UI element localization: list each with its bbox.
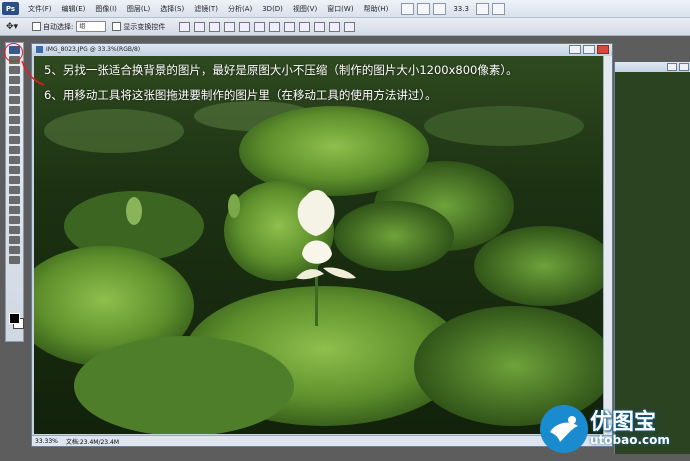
auto-select-checkbox[interactable] bbox=[32, 22, 41, 31]
maximize-icon[interactable] bbox=[679, 63, 689, 71]
menu-help[interactable]: 帮助(H) bbox=[359, 4, 394, 14]
document-title: IMG_8023.JPG @ 33.3%(RGB/8) bbox=[46, 46, 141, 53]
launch-bridge-icon[interactable] bbox=[401, 2, 415, 15]
distribute-middle-icon[interactable] bbox=[284, 21, 296, 32]
distribute-left-icon[interactable] bbox=[314, 21, 326, 32]
lasso-tool-icon[interactable] bbox=[9, 66, 20, 74]
align-top-icon[interactable] bbox=[179, 21, 191, 32]
instruction-step-6: 6、用移动工具将这张图拖进要制作的图片里（在移动工具的使用方法讲过）。 bbox=[44, 88, 437, 102]
watermark-url: utobao.com bbox=[590, 433, 670, 447]
zoom-level[interactable]: 33.3 bbox=[453, 5, 469, 13]
watermark-name: 优图宝 bbox=[590, 410, 657, 435]
history-brush-tool-icon[interactable] bbox=[9, 136, 20, 144]
quick-select-tool-icon[interactable] bbox=[9, 76, 20, 84]
align-bottom-icon[interactable] bbox=[209, 21, 221, 32]
menu-layer[interactable]: 图层(L) bbox=[122, 4, 155, 14]
menu-filter[interactable]: 滤镜(T) bbox=[189, 4, 223, 14]
lotus-photo bbox=[34, 56, 604, 434]
image-canvas[interactable] bbox=[34, 56, 604, 434]
align-middle-icon[interactable] bbox=[194, 21, 206, 32]
photoshop-logo: Ps bbox=[2, 2, 19, 15]
shape-tool-icon[interactable] bbox=[9, 216, 20, 224]
close-icon[interactable] bbox=[597, 45, 609, 54]
crop-tool-icon[interactable] bbox=[9, 86, 20, 94]
3d-orbit-tool-icon[interactable] bbox=[9, 236, 20, 244]
status-zoom[interactable]: 33.33% bbox=[35, 438, 58, 445]
align-left-icon[interactable] bbox=[224, 21, 236, 32]
align-center-icon[interactable] bbox=[239, 21, 251, 32]
zoom-tool-icon[interactable] bbox=[9, 256, 20, 264]
menu-3d[interactable]: 3D(D) bbox=[257, 5, 288, 13]
maximize-icon[interactable] bbox=[583, 45, 595, 54]
eraser-tool-icon[interactable] bbox=[9, 146, 20, 154]
annotation-arrow-icon bbox=[21, 60, 45, 86]
minimize-icon[interactable] bbox=[667, 63, 677, 71]
gradient-tool-icon[interactable] bbox=[9, 156, 20, 164]
tools-panel bbox=[5, 42, 24, 342]
status-doc-size[interactable]: 文档:23.4M/23.4M bbox=[66, 437, 119, 446]
auto-select-dropdown[interactable]: 组 bbox=[76, 21, 107, 32]
screen-mode-icon[interactable] bbox=[491, 2, 505, 15]
launch-minibridge-icon[interactable] bbox=[417, 2, 431, 15]
document-window: IMG_8023.JPG @ 33.3%(RGB/8) 33.33% 文档:23… bbox=[31, 43, 613, 447]
align-right-icon[interactable] bbox=[254, 21, 266, 32]
distribute-right-icon[interactable] bbox=[344, 21, 356, 32]
3d-rotate-tool-icon[interactable] bbox=[9, 226, 20, 234]
document-titlebar[interactable]: IMG_8023.JPG @ 33.3%(RGB/8) bbox=[32, 44, 612, 55]
menu-window[interactable]: 窗口(W) bbox=[322, 4, 358, 14]
minimize-icon[interactable] bbox=[569, 45, 581, 54]
menu-analysis[interactable]: 分析(A) bbox=[223, 4, 257, 14]
menu-view[interactable]: 视图(V) bbox=[288, 4, 322, 14]
clone-stamp-tool-icon[interactable] bbox=[9, 126, 20, 134]
show-transform-checkbox[interactable] bbox=[112, 22, 122, 31]
background-document-window bbox=[614, 62, 690, 454]
instruction-step-5: 5、另找一张适合换背景的图片，最好是原图大小不压缩（制作的图片大小1200x80… bbox=[44, 63, 518, 77]
path-select-tool-icon[interactable] bbox=[9, 206, 20, 214]
healing-tool-icon[interactable] bbox=[9, 106, 20, 114]
options-bar: ✥▾ 自动选择: 组 显示变换控件 bbox=[0, 18, 690, 36]
auto-select-value: 组 bbox=[79, 23, 86, 30]
distribute-bottom-icon[interactable] bbox=[299, 21, 311, 32]
hand-tool-icon[interactable] bbox=[9, 246, 20, 254]
menu-select[interactable]: 选择(S) bbox=[155, 4, 189, 14]
document-status-bar: 33.33% 文档:23.4M/23.4M bbox=[32, 435, 612, 446]
align-buttons bbox=[179, 21, 356, 32]
dodge-tool-icon[interactable] bbox=[9, 176, 20, 184]
menu-file[interactable]: 文件(F) bbox=[23, 4, 57, 14]
vertical-scrollbar[interactable] bbox=[603, 56, 612, 436]
move-tool-preset-icon[interactable]: ✥▾ bbox=[6, 22, 26, 32]
pen-tool-icon[interactable] bbox=[9, 186, 20, 194]
eyedropper-tool-icon[interactable] bbox=[9, 96, 20, 104]
blur-tool-icon[interactable] bbox=[9, 166, 20, 174]
background-document-titlebar bbox=[615, 62, 690, 72]
document-icon bbox=[36, 46, 43, 53]
distribute-top-icon[interactable] bbox=[269, 21, 281, 32]
type-tool-icon[interactable] bbox=[9, 196, 20, 204]
application-bar-tools: 33.3 bbox=[401, 2, 505, 15]
menu-edit[interactable]: 编辑(E) bbox=[57, 4, 91, 14]
foreground-color-swatch[interactable] bbox=[9, 313, 20, 324]
menu-bar: Ps 文件(F) 编辑(E) 图像(I) 图层(L) 选择(S) 滤镜(T) 分… bbox=[0, 0, 690, 18]
distribute-center-icon[interactable] bbox=[329, 21, 341, 32]
view-extras-icon[interactable] bbox=[433, 2, 447, 15]
arrange-documents-icon[interactable] bbox=[475, 2, 489, 15]
menu-image[interactable]: 图像(I) bbox=[90, 4, 122, 14]
show-transform-label: 显示变换控件 bbox=[123, 22, 166, 31]
auto-select-label: 自动选择: bbox=[43, 22, 74, 31]
brush-tool-icon[interactable] bbox=[9, 116, 20, 124]
